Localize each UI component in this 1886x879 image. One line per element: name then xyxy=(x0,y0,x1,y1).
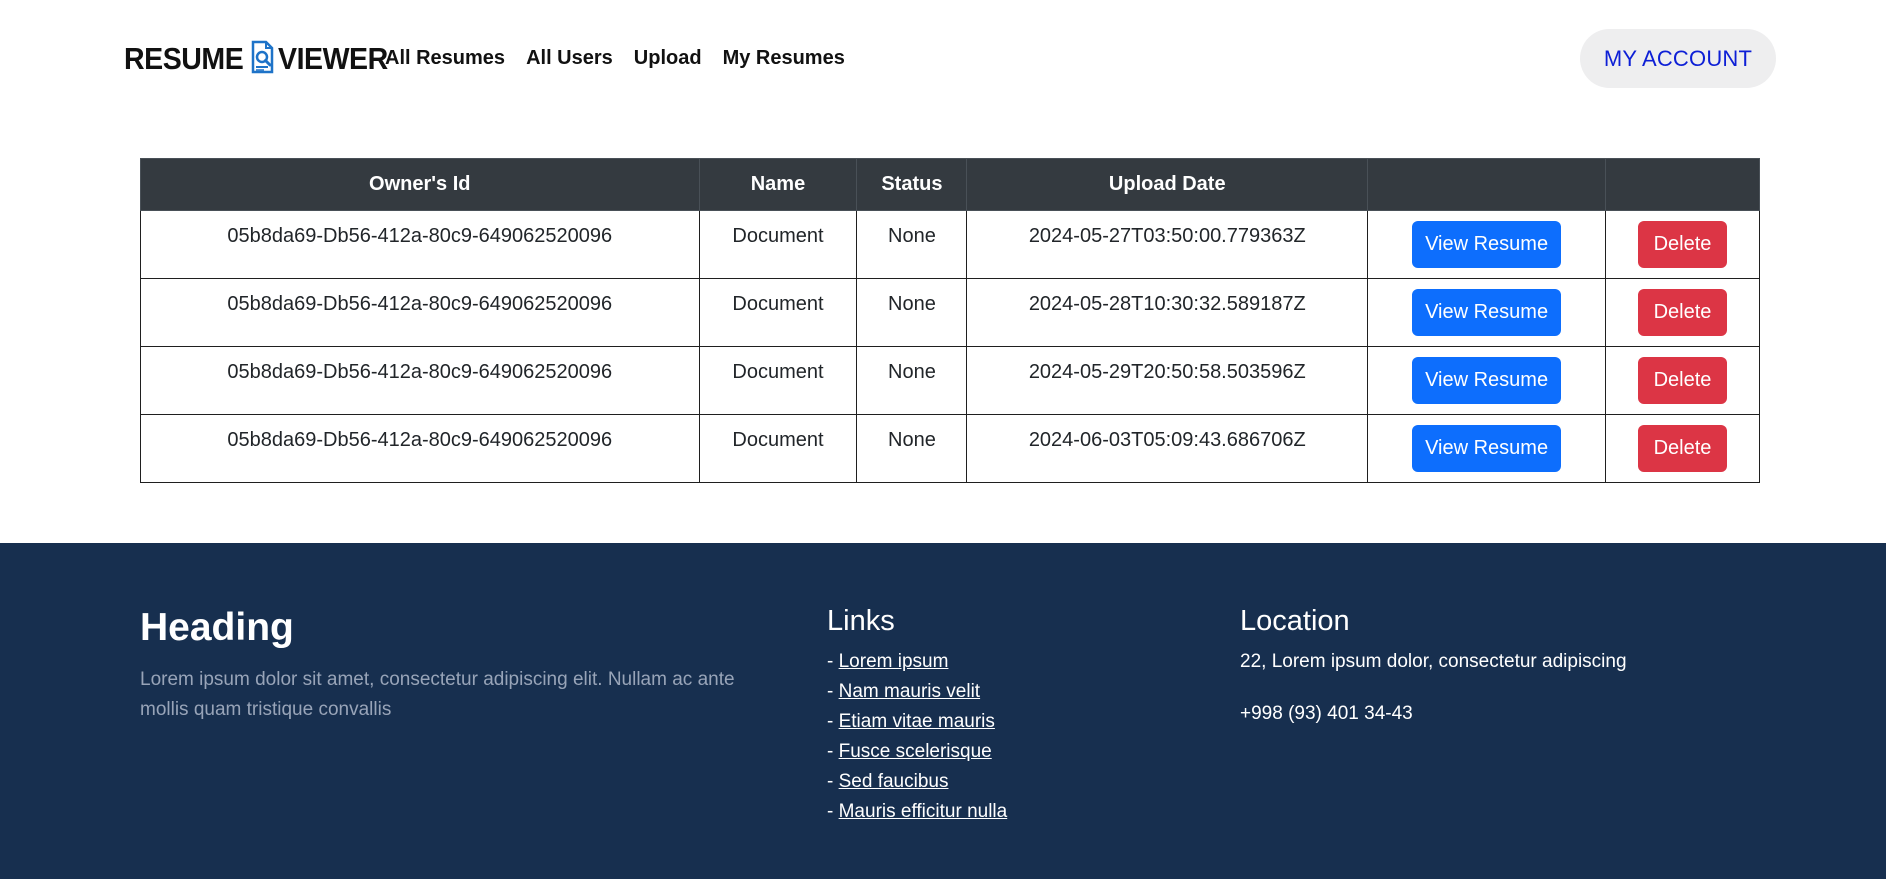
footer-links-list: - Lorem ipsum - Nam mauris velit - Etiam… xyxy=(827,647,1007,827)
table-header-row: Owner's Id Name Status Upload Date xyxy=(140,158,1760,211)
delete-button[interactable]: Delete xyxy=(1638,357,1728,404)
footer-link[interactable]: Sed faucibus xyxy=(839,771,949,792)
nav-all-users[interactable]: All Users xyxy=(526,46,613,70)
column-header-upload-date: Upload Date xyxy=(966,158,1369,211)
footer-links: Links - Lorem ipsum - Nam mauris velit -… xyxy=(827,603,1007,827)
owner-id-cell: 05b8da69-Db56-412a-80c9-649062520096 xyxy=(140,346,700,415)
owner-id-cell: 05b8da69-Db56-412a-80c9-649062520096 xyxy=(140,414,700,483)
table-row: 05b8da69-Db56-412a-80c9-649062520096 Doc… xyxy=(140,414,1760,483)
list-item: - Etiam vitae mauris xyxy=(827,707,1007,737)
link-prefix: - xyxy=(827,741,839,762)
main-nav: All Resumes All Users Upload My Resumes xyxy=(385,46,866,70)
nav-my-resumes[interactable]: My Resumes xyxy=(723,46,845,70)
list-item: - Fusce scelerisque xyxy=(827,737,1007,767)
column-header-delete xyxy=(1605,158,1760,211)
logo-text-resume: RESUME xyxy=(124,40,244,76)
view-resume-button[interactable]: View Resume xyxy=(1412,357,1562,404)
view-resume-button[interactable]: View Resume xyxy=(1412,289,1562,336)
resumes-table: Owner's Id Name Status Upload Date 05b8d… xyxy=(140,158,1760,483)
column-header-owner-id: Owner's Id xyxy=(140,158,700,211)
link-prefix: - xyxy=(827,771,839,792)
upload-date-cell: 2024-05-29T20:50:58.503596Z xyxy=(966,346,1369,415)
footer-link[interactable]: Nam mauris velit xyxy=(839,681,980,702)
view-cell: View Resume xyxy=(1367,346,1607,415)
resumes-table-container: Owner's Id Name Status Upload Date 05b8d… xyxy=(140,158,1760,483)
site-logo[interactable]: RESUME VIEWER xyxy=(124,38,397,78)
upload-date-cell: 2024-06-03T05:09:43.686706Z xyxy=(966,414,1369,483)
delete-cell: Delete xyxy=(1605,414,1760,483)
top-navbar: RESUME VIEWER All Resumes All Users Uplo… xyxy=(0,0,1886,118)
delete-button[interactable]: Delete xyxy=(1638,221,1728,268)
link-prefix: - xyxy=(827,651,839,672)
column-header-status: Status xyxy=(856,158,968,211)
footer-address: 22, Lorem ipsum dolor, consectetur adipi… xyxy=(1240,651,1627,672)
delete-button[interactable]: Delete xyxy=(1638,289,1728,336)
delete-cell: Delete xyxy=(1605,278,1760,347)
name-cell: Document xyxy=(698,278,858,347)
footer-link[interactable]: Fusce scelerisque xyxy=(839,741,992,762)
name-cell: Document xyxy=(698,210,858,279)
table-row: 05b8da69-Db56-412a-80c9-649062520096 Doc… xyxy=(140,346,1760,415)
site-footer: Heading Lorem ipsum dolor sit amet, cons… xyxy=(0,543,1886,879)
status-cell: None xyxy=(856,346,968,415)
footer-description: Lorem ipsum dolor sit amet, consectetur … xyxy=(140,669,735,720)
owner-id-cell: 05b8da69-Db56-412a-80c9-649062520096 xyxy=(140,278,700,347)
status-cell: None xyxy=(856,210,968,279)
column-header-view xyxy=(1367,158,1607,211)
logo-text-viewer: VIEWER xyxy=(277,40,388,76)
view-cell: View Resume xyxy=(1367,414,1607,483)
footer-about: Heading Lorem ipsum dolor sit amet, cons… xyxy=(140,605,780,725)
footer-heading: Heading xyxy=(140,606,294,649)
delete-cell: Delete xyxy=(1605,346,1760,415)
status-cell: None xyxy=(856,414,968,483)
list-item: - Lorem ipsum xyxy=(827,647,1007,677)
footer-link[interactable]: Etiam vitae mauris xyxy=(839,711,995,732)
list-item: - Nam mauris velit xyxy=(827,677,1007,707)
nav-upload[interactable]: Upload xyxy=(634,46,702,70)
link-prefix: - xyxy=(827,681,839,702)
footer-link[interactable]: Lorem ipsum xyxy=(839,651,949,672)
footer-links-title: Links xyxy=(827,605,895,637)
delete-button[interactable]: Delete xyxy=(1638,425,1728,472)
footer-phone: +998 (93) 401 34-43 xyxy=(1240,703,1413,724)
view-resume-button[interactable]: View Resume xyxy=(1412,221,1562,268)
my-account-button[interactable]: MY ACCOUNT xyxy=(1580,29,1776,88)
list-item: - Sed faucibus xyxy=(827,767,1007,797)
footer-location: Location 22, Lorem ipsum dolor, consecte… xyxy=(1240,603,1627,729)
footer-location-title: Location xyxy=(1240,605,1350,637)
owner-id-cell: 05b8da69-Db56-412a-80c9-649062520096 xyxy=(140,210,700,279)
nav-all-resumes[interactable]: All Resumes xyxy=(385,46,505,70)
upload-date-cell: 2024-05-27T03:50:00.779363Z xyxy=(966,210,1369,279)
table-row: 05b8da69-Db56-412a-80c9-649062520096 Doc… xyxy=(140,278,1760,347)
view-cell: View Resume xyxy=(1367,210,1607,279)
delete-cell: Delete xyxy=(1605,210,1760,279)
link-prefix: - xyxy=(827,801,839,822)
upload-date-cell: 2024-05-28T10:30:32.589187Z xyxy=(966,278,1369,347)
list-item: - Mauris efficitur nulla xyxy=(827,797,1007,827)
column-header-name: Name xyxy=(698,158,858,211)
link-prefix: - xyxy=(827,711,839,732)
name-cell: Document xyxy=(698,414,858,483)
resume-magnifier-icon xyxy=(251,40,273,74)
table-row: 05b8da69-Db56-412a-80c9-649062520096 Doc… xyxy=(140,210,1760,279)
name-cell: Document xyxy=(698,346,858,415)
view-cell: View Resume xyxy=(1367,278,1607,347)
footer-link[interactable]: Mauris efficitur nulla xyxy=(839,801,1008,822)
view-resume-button[interactable]: View Resume xyxy=(1412,425,1562,472)
status-cell: None xyxy=(856,278,968,347)
